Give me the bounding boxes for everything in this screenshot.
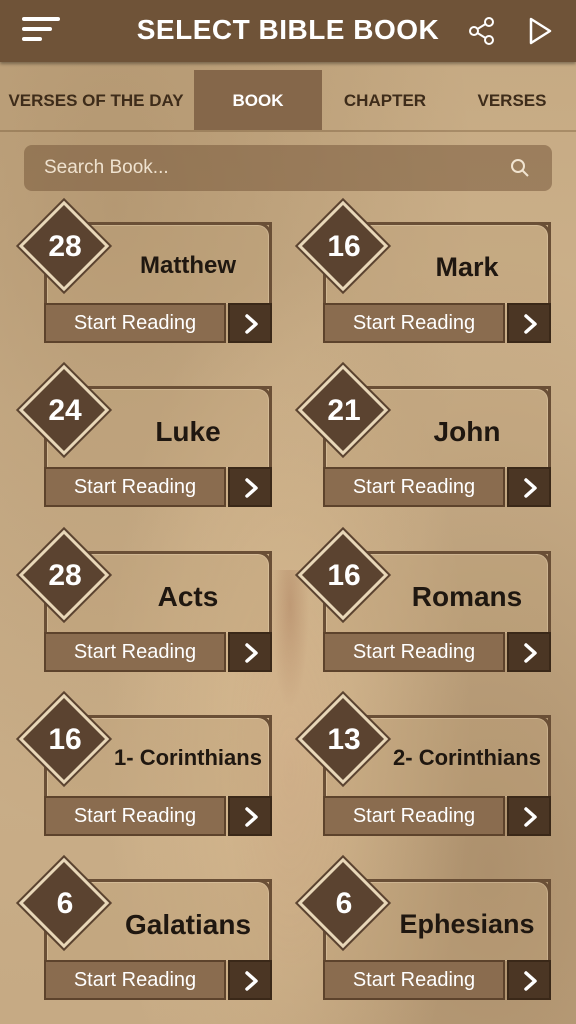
search-bar bbox=[24, 145, 552, 191]
search-input[interactable] bbox=[44, 145, 504, 191]
search-icon[interactable] bbox=[510, 158, 530, 178]
start-reading-button[interactable]: Start Reading bbox=[44, 467, 226, 507]
book-card[interactable]: 24 Luke Start Reading bbox=[18, 364, 274, 512]
book-name: 2- Corinthians bbox=[393, 745, 541, 770]
open-book-button[interactable] bbox=[228, 796, 272, 836]
chapter-count: 16 bbox=[327, 559, 361, 592]
top-app-bar: SELECT BIBLE BOOK bbox=[0, 0, 576, 62]
chapter-count: 16 bbox=[327, 230, 361, 263]
book-name: Ephesians bbox=[399, 909, 535, 939]
open-book-button[interactable] bbox=[507, 467, 551, 507]
open-book-button[interactable] bbox=[507, 632, 551, 672]
book-card[interactable]: 6 Ephesians Start Reading bbox=[297, 857, 553, 1005]
chapter-count: 6 bbox=[335, 887, 353, 920]
book-name: John bbox=[433, 416, 501, 447]
book-name: Acts bbox=[157, 581, 219, 612]
chapter-count: 16 bbox=[48, 723, 82, 756]
book-card[interactable]: 6 Galatians Start Reading bbox=[18, 857, 274, 1005]
tab-bar: VERSES OF THE DAY BOOK CHAPTER VERSES bbox=[0, 70, 576, 132]
book-name: Matthew bbox=[140, 252, 236, 279]
start-reading-button[interactable]: Start Reading bbox=[323, 796, 505, 836]
start-reading-button[interactable]: Start Reading bbox=[323, 632, 505, 672]
open-book-button[interactable] bbox=[507, 303, 551, 343]
book-name: Mark bbox=[435, 252, 499, 282]
book-card[interactable]: 28 Matthew Start Reading bbox=[18, 200, 274, 348]
start-reading-button[interactable]: Start Reading bbox=[323, 960, 505, 1000]
chapter-count: 24 bbox=[48, 394, 82, 427]
open-book-button[interactable] bbox=[228, 960, 272, 1000]
start-reading-button[interactable]: Start Reading bbox=[44, 632, 226, 672]
book-card[interactable]: 21 John Start Reading bbox=[297, 364, 553, 512]
book-card[interactable]: 13 2- Corinthians Start Reading bbox=[297, 693, 553, 841]
start-reading-button[interactable]: Start Reading bbox=[323, 303, 505, 343]
start-reading-button[interactable]: Start Reading bbox=[44, 960, 226, 1000]
chapter-count: 21 bbox=[327, 394, 361, 427]
open-book-button[interactable] bbox=[228, 303, 272, 343]
book-card[interactable]: 16 Romans Start Reading bbox=[297, 529, 553, 677]
share-icon[interactable] bbox=[468, 16, 496, 46]
start-reading-button[interactable]: Start Reading bbox=[323, 467, 505, 507]
chapter-count: 6 bbox=[56, 887, 74, 920]
open-book-button[interactable] bbox=[507, 796, 551, 836]
play-icon[interactable] bbox=[526, 16, 554, 46]
book-name: Galatians bbox=[124, 909, 252, 940]
tab-book[interactable]: BOOK bbox=[194, 70, 322, 130]
tab-verses-of-the-day[interactable]: VERSES OF THE DAY bbox=[0, 70, 192, 130]
start-reading-button[interactable]: Start Reading bbox=[44, 796, 226, 836]
book-name: Romans bbox=[411, 581, 523, 612]
open-book-button[interactable] bbox=[228, 467, 272, 507]
open-book-button[interactable] bbox=[228, 632, 272, 672]
book-card[interactable]: 16 1- Corinthians Start Reading bbox=[18, 693, 274, 841]
start-reading-button[interactable]: Start Reading bbox=[44, 303, 226, 343]
book-name: 1- Corinthians bbox=[114, 745, 262, 770]
chapter-count: 28 bbox=[48, 230, 82, 263]
book-card[interactable]: 16 Mark Start Reading bbox=[297, 200, 553, 348]
tab-chapter[interactable]: CHAPTER bbox=[322, 70, 448, 130]
chapter-count: 28 bbox=[48, 559, 82, 592]
open-book-button[interactable] bbox=[507, 960, 551, 1000]
book-name: Luke bbox=[155, 416, 221, 447]
book-card[interactable]: 28 Acts Start Reading bbox=[18, 529, 274, 677]
chapter-count: 13 bbox=[327, 723, 361, 756]
tab-verses[interactable]: VERSES bbox=[448, 70, 576, 130]
